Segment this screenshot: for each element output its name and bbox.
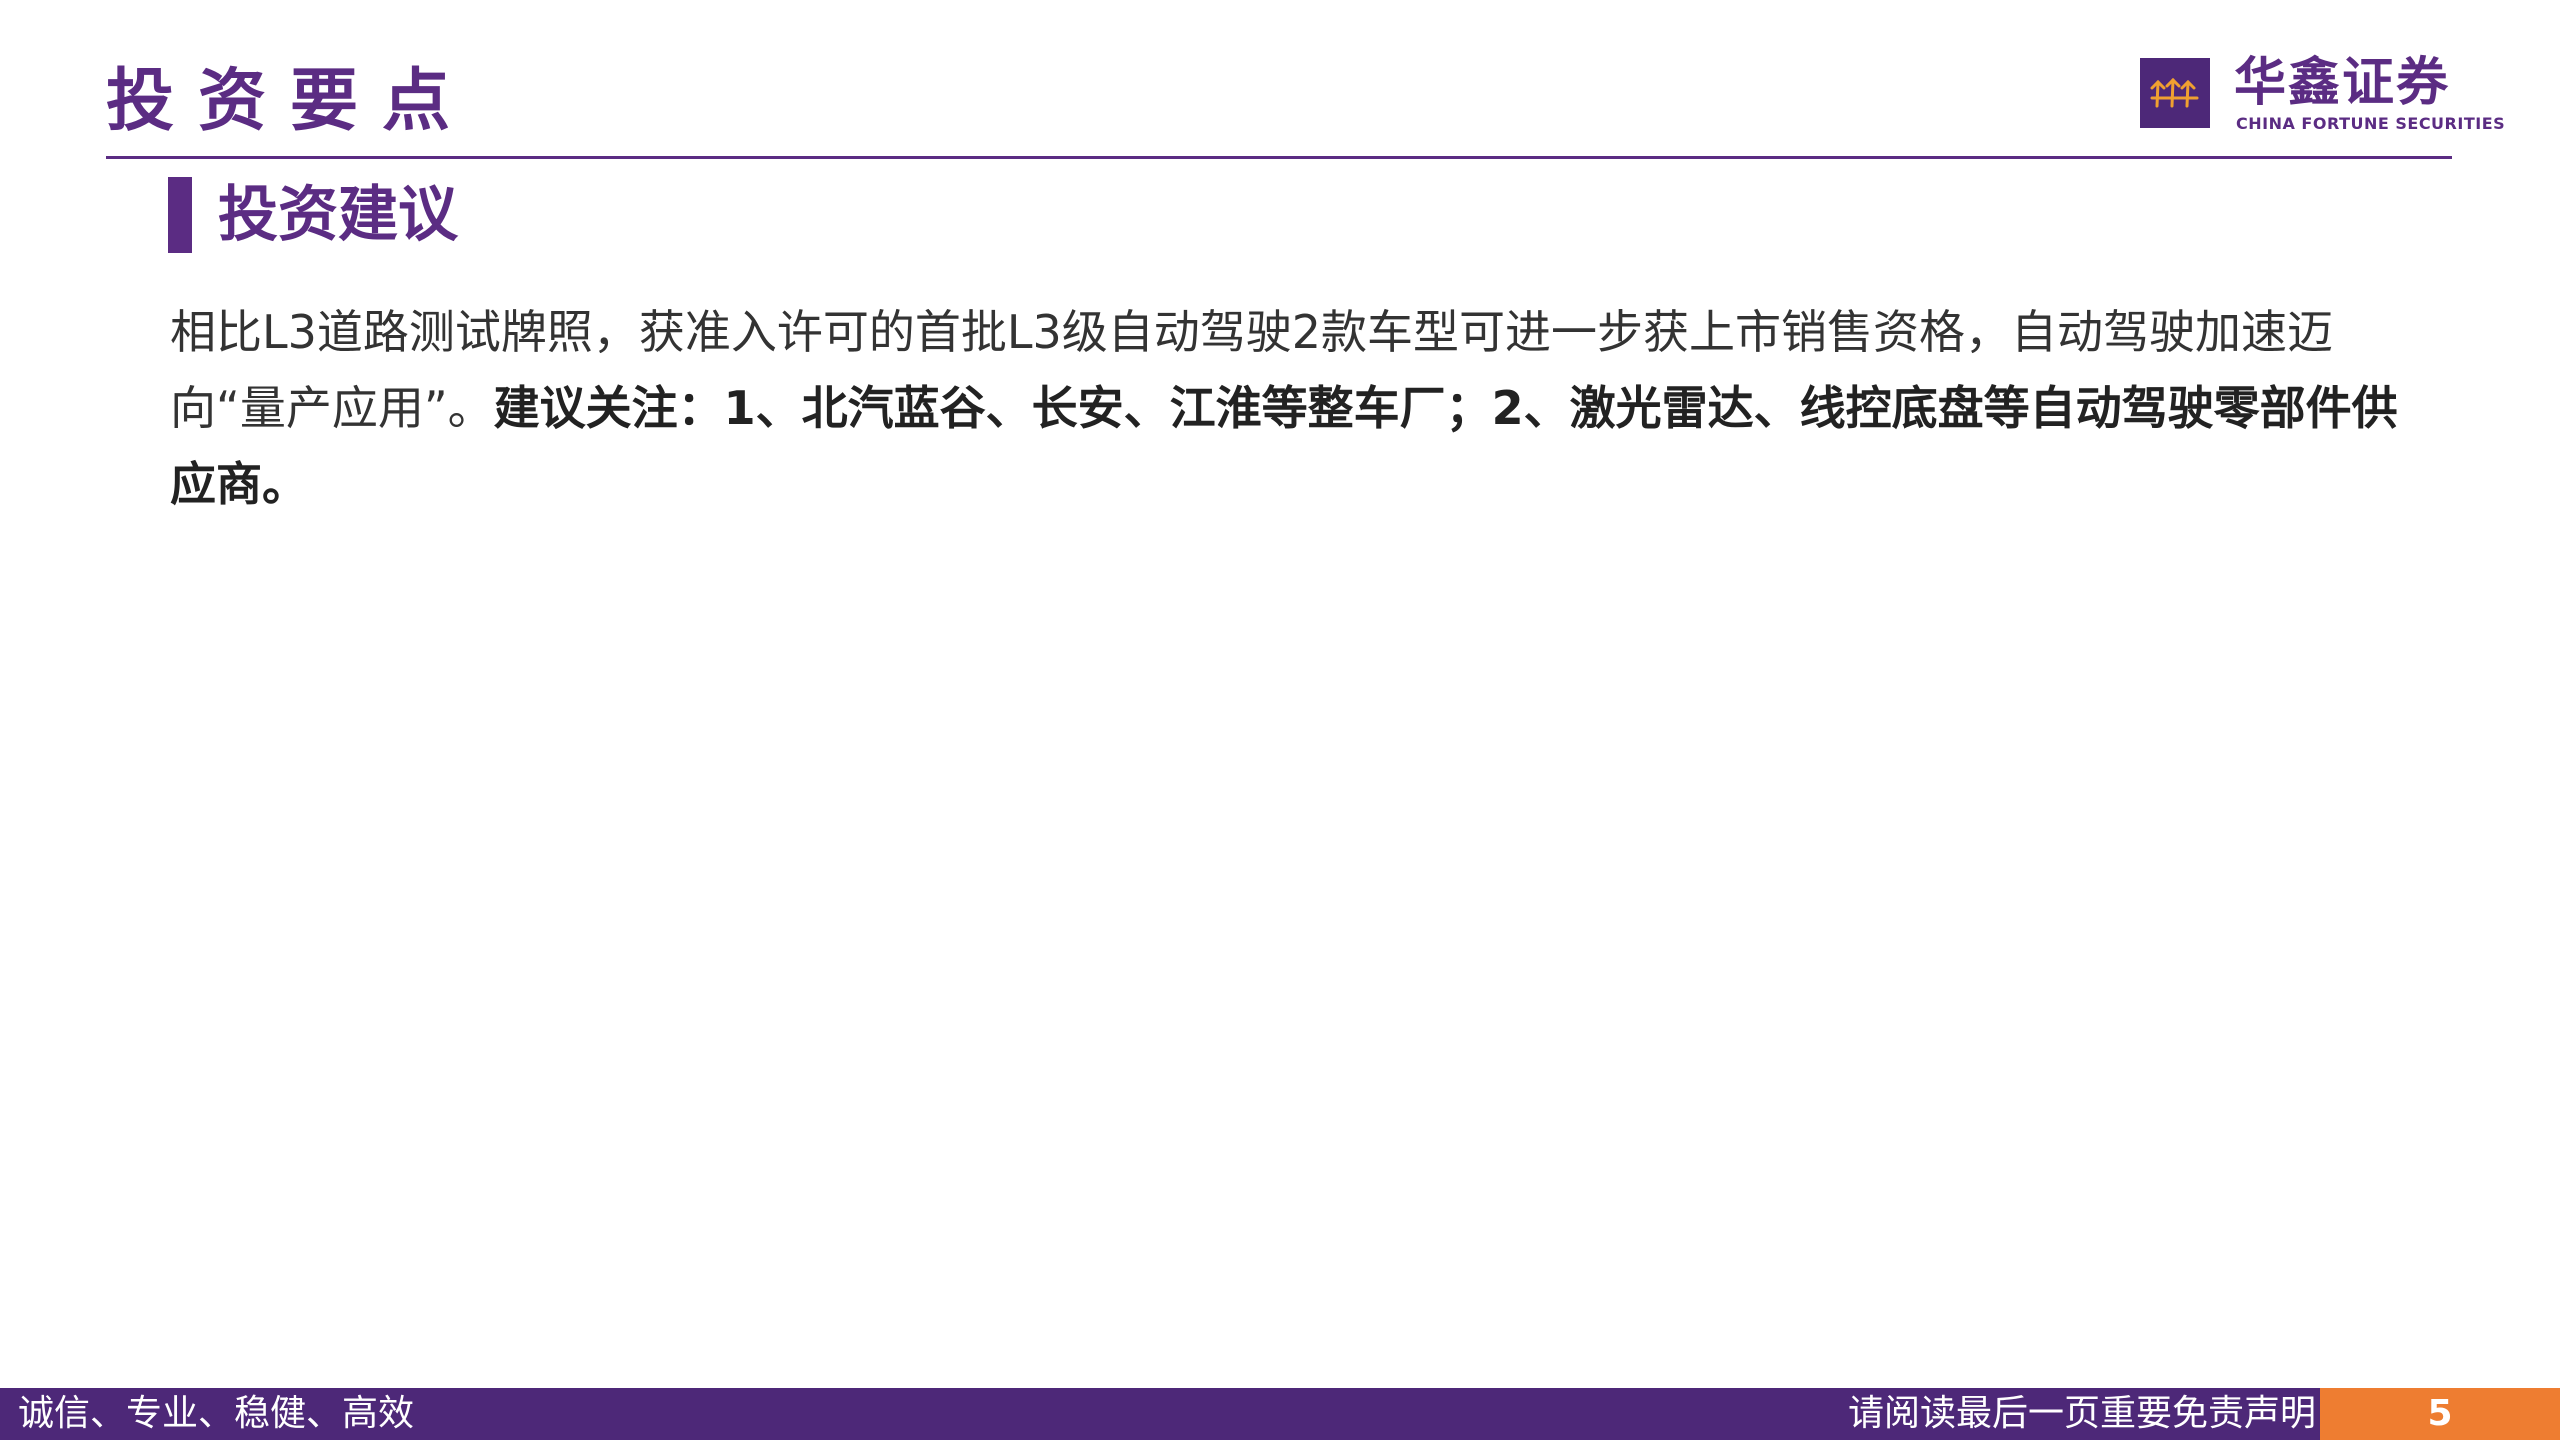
slide-page: 投资要点 华鑫证券 CHINA FORTUNE SECURITIES 投资建议	[0, 0, 2560, 1440]
company-logo: 华鑫证券 CHINA FORTUNE SECURITIES	[2140, 53, 2505, 134]
page-title: 投资要点	[106, 62, 475, 141]
section-marker-bar	[168, 177, 192, 253]
header-divider	[106, 156, 2452, 159]
section-heading: 投资建议	[168, 174, 458, 256]
footer-slogan: 诚信、专业、稳健、高效	[18, 1393, 415, 1434]
huaxin-logo-icon	[2140, 58, 2210, 128]
section-title: 投资建议	[218, 180, 458, 250]
footer-disclaimer: 请阅读最后一页重要免责声明	[1847, 1393, 2316, 1434]
page-number: 5	[2320, 1388, 2560, 1440]
body-text-bold: 建议关注：1、北汽蓝谷、长安、江淮等整车厂；2、激光雷达、线控底盘等自动驾驶零部…	[170, 381, 2398, 511]
body-paragraph: 相比L3道路测试牌照，获准入许可的首批L3级自动驾驶2款车型可进一步获上市销售资…	[170, 294, 2410, 522]
footer-bar: 诚信、专业、稳健、高效 请阅读最后一页重要免责声明 5	[0, 1388, 2560, 1440]
logo-name-en: CHINA FORTUNE SECURITIES	[2236, 114, 2506, 133]
logo-name-cn: 华鑫证券	[2234, 53, 2451, 113]
